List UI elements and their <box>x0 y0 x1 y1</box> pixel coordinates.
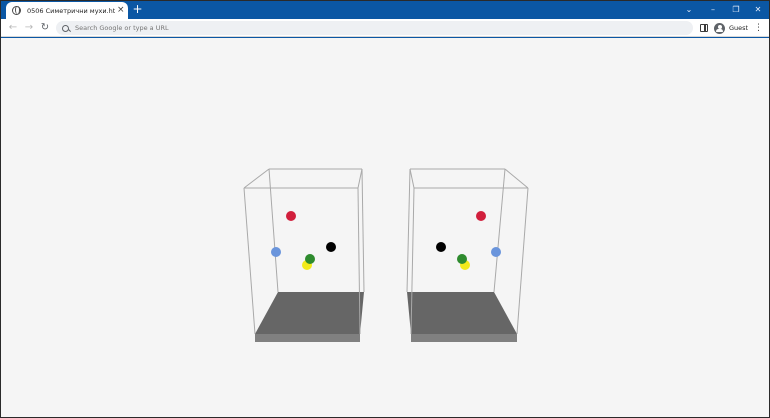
left-frame-edge-7 <box>361 168 365 293</box>
menu-icon[interactable]: ⋮ <box>754 22 763 34</box>
box-right <box>406 168 529 342</box>
restore-button[interactable]: ❐ <box>725 3 747 16</box>
right-floor-front <box>411 334 517 342</box>
right-frame-edge-5 <box>516 187 529 335</box>
page-viewport <box>1 38 770 418</box>
left-floor-top <box>255 292 364 334</box>
right-ball-red <box>476 211 486 221</box>
right-frame-edge-7 <box>493 168 506 293</box>
tab-active[interactable]: 0506 Симетрични мухи.html × <box>6 2 128 19</box>
browser-window: 0506 Симетрични мухи.html × + ⌄ – ❐ ✕ ← … <box>0 0 770 418</box>
left-ball-red <box>286 211 296 221</box>
search-icon <box>62 24 69 32</box>
right-frame-edge-3 <box>409 168 415 189</box>
tab-search-chevron-icon[interactable]: ⌄ <box>678 3 700 16</box>
profile-button[interactable]: Guest <box>714 22 748 34</box>
tab-title: 0506 Симетрични мухи.html <box>27 6 115 15</box>
new-tab-button[interactable]: + <box>131 3 144 16</box>
address-bar[interactable] <box>56 21 693 35</box>
left-frame-edge-4 <box>243 187 256 335</box>
address-input[interactable] <box>75 24 635 32</box>
left-frame-edge-0 <box>243 168 270 189</box>
left-frame-edge-2 <box>357 168 363 189</box>
right-floor-top <box>407 292 517 334</box>
right-frame-edge-1 <box>504 168 529 189</box>
left-frame-edge-6 <box>268 168 279 293</box>
globe-icon <box>12 6 21 15</box>
browser-toolbar: ← → ↻ Guest ⋮ <box>1 19 769 37</box>
box-left <box>243 168 365 342</box>
right-ball-black <box>436 242 446 252</box>
avatar-icon <box>714 22 725 34</box>
right-ball-green <box>457 254 467 264</box>
left-ball-blue <box>271 247 281 257</box>
close-window-button[interactable]: ✕ <box>747 3 769 16</box>
right-ball-blue <box>491 247 501 257</box>
profile-name: Guest <box>729 24 749 32</box>
back-button[interactable]: ← <box>6 21 20 35</box>
scene-canvas[interactable] <box>1 38 770 418</box>
left-ball-green <box>305 254 315 264</box>
left-floor-front <box>255 334 360 342</box>
left-ball-black <box>326 242 336 252</box>
minimize-button[interactable]: – <box>702 3 724 16</box>
side-panel-icon[interactable] <box>700 24 708 32</box>
reload-button[interactable]: ↻ <box>38 21 52 35</box>
forward-button[interactable]: → <box>22 21 36 35</box>
right-frame-edge-6 <box>406 168 411 293</box>
tab-close-icon[interactable]: × <box>117 6 125 15</box>
tab-strip: 0506 Симетрични мухи.html × + ⌄ – ❐ ✕ <box>1 1 769 19</box>
